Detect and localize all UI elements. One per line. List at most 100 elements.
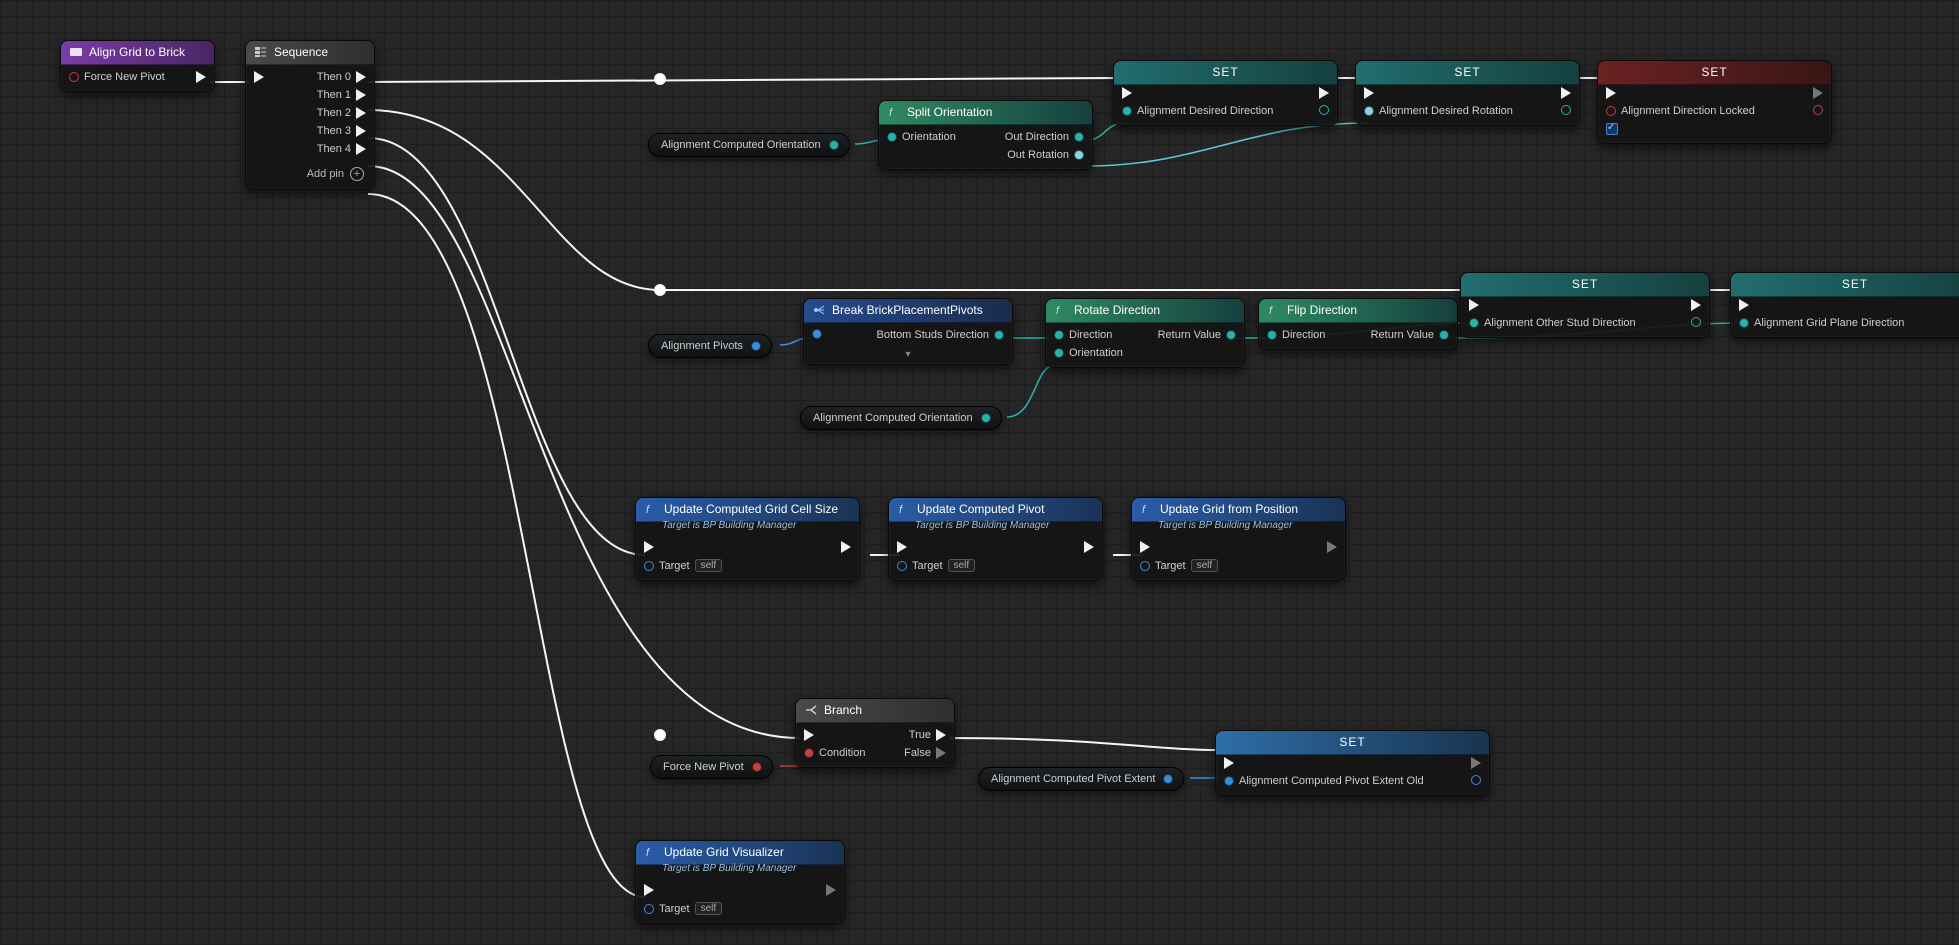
pin-out[interactable] xyxy=(752,762,762,772)
node-split-orientation[interactable]: f Split Orientation Orientation Out Dire… xyxy=(878,100,1093,170)
pin-target[interactable]: Targetself xyxy=(897,559,975,572)
pin-force-new-pivot-in[interactable]: Force New Pivot xyxy=(69,71,165,83)
pin-checkbox[interactable] xyxy=(1606,123,1755,135)
node-title: Update Computed Grid Cell Size xyxy=(664,502,838,516)
pin-bottom-studs-direction[interactable]: Bottom Studs Direction xyxy=(877,329,1005,341)
node-flip-direction[interactable]: f Flip Direction Direction Return Value xyxy=(1258,298,1458,350)
node-update-grid-from-position[interactable]: f Update Grid from Position Target is BP… xyxy=(1131,497,1346,581)
var-alignment-pivots[interactable]: Alignment Pivots xyxy=(648,334,772,358)
pin-value-in[interactable]: Alignment Desired Direction xyxy=(1122,105,1273,117)
var-force-new-pivot[interactable]: Force New Pivot xyxy=(650,755,773,779)
sequence-icon xyxy=(254,45,268,59)
pin-value-out[interactable] xyxy=(1471,775,1481,785)
plus-icon: + xyxy=(350,167,364,181)
pin-value-in[interactable]: Alignment Computed Pivot Extent Old xyxy=(1224,775,1424,787)
pin-value-in[interactable]: Alignment Direction Locked xyxy=(1606,105,1755,117)
pin-exec-in[interactable] xyxy=(1224,757,1424,769)
pin-false[interactable]: False xyxy=(904,747,946,759)
pin-out[interactable] xyxy=(981,413,991,423)
svg-text:f: f xyxy=(646,504,650,516)
pin-exec-in[interactable] xyxy=(644,541,722,553)
pin-true[interactable]: True xyxy=(909,729,946,741)
pin-then2[interactable]: Then 2 xyxy=(317,107,366,119)
pin-return-value[interactable]: Return Value xyxy=(1371,329,1449,341)
pin-exec-in[interactable] xyxy=(1364,87,1513,99)
pin-return-value[interactable]: Return Value xyxy=(1158,329,1236,341)
pin-direction-in[interactable]: Direction xyxy=(1054,329,1123,341)
pin-target[interactable]: Targetself xyxy=(644,559,722,572)
pin-exec-out[interactable] xyxy=(1691,299,1701,311)
pin-struct-in[interactable] xyxy=(812,329,822,339)
break-icon xyxy=(812,303,826,317)
add-pin[interactable]: Add pin + xyxy=(246,163,374,189)
node-branch[interactable]: Branch Condition True False xyxy=(795,698,955,768)
pin-value-out[interactable] xyxy=(1691,317,1701,327)
node-break-brickplacementpivots[interactable]: Break BrickPlacementPivots Bottom Studs … xyxy=(803,298,1013,365)
pin-value-out[interactable] xyxy=(1319,105,1329,115)
pin-orientation-in[interactable]: Orientation xyxy=(1054,347,1123,359)
pin-exec-in[interactable] xyxy=(897,541,975,553)
pin-out[interactable] xyxy=(1163,774,1173,784)
var-alignment-computed-pivot-extent[interactable]: Alignment Computed Pivot Extent xyxy=(978,767,1184,791)
pin-exec-out[interactable] xyxy=(196,71,206,83)
pin-exec-in[interactable] xyxy=(1122,87,1273,99)
pin-out[interactable] xyxy=(751,341,761,351)
pin-value-in[interactable]: Alignment Other Stud Direction xyxy=(1469,317,1636,329)
pin-exec-out[interactable] xyxy=(1813,87,1823,99)
svg-text:f: f xyxy=(1142,504,1146,516)
pin-exec-out[interactable] xyxy=(841,541,851,553)
pin-then1[interactable]: Then 1 xyxy=(317,89,366,101)
pin-value-out[interactable] xyxy=(1561,105,1571,115)
node-title: Update Computed Pivot xyxy=(917,502,1044,516)
pin-exec-in[interactable] xyxy=(1606,87,1755,99)
node-title: Flip Direction xyxy=(1287,303,1357,317)
pin-then4[interactable]: Then 4 xyxy=(317,143,366,155)
pin-exec-in[interactable] xyxy=(1140,541,1218,553)
pin-target[interactable]: Targetself xyxy=(1140,559,1218,572)
svg-text:f: f xyxy=(1269,305,1273,317)
pin-exec-in[interactable] xyxy=(804,729,865,741)
node-header: Branch xyxy=(796,699,954,723)
var-alignment-computed-orientation-2[interactable]: Alignment Computed Orientation xyxy=(800,406,1002,430)
pin-exec-out[interactable] xyxy=(1084,541,1094,553)
expand-toggle[interactable]: ▾ xyxy=(804,349,1012,364)
node-set-alignment-desired-direction[interactable]: SET Alignment Desired Direction xyxy=(1113,60,1338,126)
pin-out-direction[interactable]: Out Direction xyxy=(1005,131,1084,143)
node-subtitle: Target is BP Building Manager xyxy=(1132,520,1345,535)
pin-exec-out[interactable] xyxy=(1327,541,1337,553)
pin-exec-out[interactable] xyxy=(1471,757,1481,769)
pin-orientation-in[interactable]: Orientation xyxy=(887,131,956,143)
pin-out[interactable] xyxy=(829,140,839,150)
pin-then0[interactable]: Then 0 xyxy=(317,71,366,83)
pin-exec-out[interactable] xyxy=(1319,87,1329,99)
node-align-grid-to-brick[interactable]: Align Grid to Brick Force New Pivot xyxy=(60,40,215,92)
node-set-alignment-other-stud-direction[interactable]: SET Alignment Other Stud Direction xyxy=(1460,272,1710,338)
node-update-computed-pivot[interactable]: f Update Computed Pivot Target is BP Bui… xyxy=(888,497,1103,581)
pin-exec-in[interactable] xyxy=(1469,299,1636,311)
node-set-alignment-grid-plane-direction[interactable]: SET Alignment Grid Plane Direction xyxy=(1730,272,1959,338)
pin-target[interactable]: Targetself xyxy=(644,902,722,915)
node-header: SET xyxy=(1731,273,1959,297)
pin-exec-in[interactable] xyxy=(1739,299,1904,311)
node-update-computed-grid-cell-size[interactable]: f Update Computed Grid Cell Size Target … xyxy=(635,497,860,581)
pin-exec-in[interactable] xyxy=(644,884,722,896)
pin-value-in[interactable]: Alignment Grid Plane Direction xyxy=(1739,317,1904,329)
pin-condition[interactable]: Condition xyxy=(804,747,865,759)
pin-value-out[interactable] xyxy=(1813,105,1823,115)
svg-text:f: f xyxy=(889,107,893,119)
pin-exec-in[interactable] xyxy=(254,71,264,83)
pin-out-rotation[interactable]: Out Rotation xyxy=(1007,149,1084,161)
node-set-alignment-desired-rotation[interactable]: SET Alignment Desired Rotation xyxy=(1355,60,1580,126)
node-rotate-direction[interactable]: f Rotate Direction Direction Orientation… xyxy=(1045,298,1245,368)
pin-then3[interactable]: Then 3 xyxy=(317,125,366,137)
pin-value-in[interactable]: Alignment Desired Rotation xyxy=(1364,105,1513,117)
node-set-alignment-computed-pivot-extent-old[interactable]: SET Alignment Computed Pivot Extent Old xyxy=(1215,730,1490,796)
pin-exec-out[interactable] xyxy=(826,884,836,896)
var-alignment-computed-orientation[interactable]: Alignment Computed Orientation xyxy=(648,133,850,157)
node-update-grid-visualizer[interactable]: f Update Grid Visualizer Target is BP Bu… xyxy=(635,840,845,924)
pin-direction-in[interactable]: Direction xyxy=(1267,329,1325,341)
node-set-alignment-direction-locked[interactable]: SET Alignment Direction Locked xyxy=(1597,60,1832,144)
pin-exec-out[interactable] xyxy=(1561,87,1571,99)
node-header: SET xyxy=(1356,61,1579,85)
node-sequence[interactable]: Sequence Then 0 Then 1 Then 2 Then 3 The… xyxy=(245,40,375,190)
